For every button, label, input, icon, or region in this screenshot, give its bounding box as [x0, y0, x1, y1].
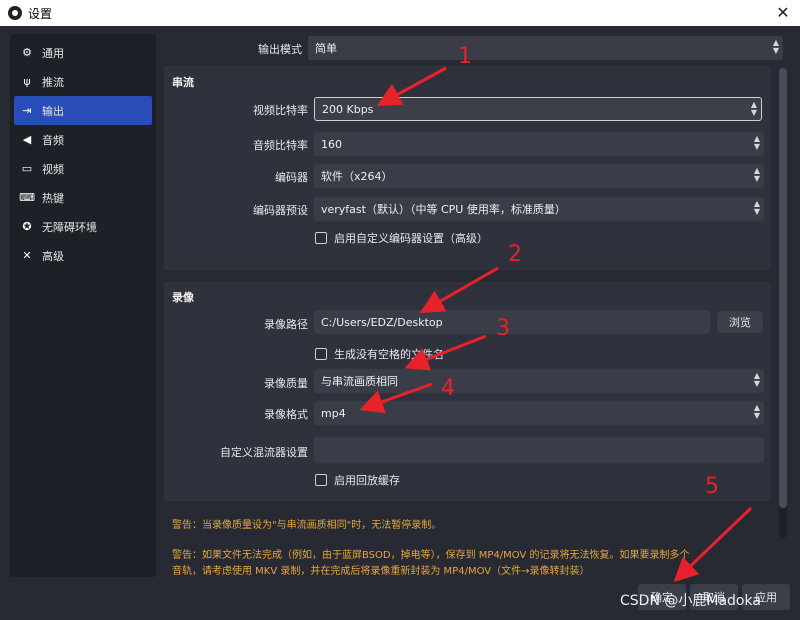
annotation-number-2: 2 [508, 242, 522, 267]
recording-format-value: mp4 [321, 406, 346, 420]
spinner-arrows-icon[interactable]: ▲ ▼ [751, 101, 757, 117]
custom-encoder-checkbox[interactable] [315, 232, 327, 244]
output-mode-select[interactable]: 简单 ▲ ▼ [308, 36, 783, 60]
encoder-label: 编码器 [275, 171, 308, 184]
title-bar: 设置 ✕ [0, 0, 800, 26]
tools-icon: ✕ [22, 249, 32, 262]
sidebar-item-advanced[interactable]: ✕ 高级 [10, 241, 156, 270]
csdn-watermark: CSDN @小鹿Madoka [620, 593, 761, 609]
browse-button[interactable]: 浏览 [717, 311, 763, 333]
muxer-settings-input[interactable] [314, 437, 764, 463]
settings-sidebar: ⚙ 通用 ψ 推流 ⇥ 输出 ◀ 音频 ▭ 视频 ⌨ 热键 ✪ 无障碍环境 ✕ … [10, 34, 156, 577]
sidebar-item-accessibility[interactable]: ✪ 无障碍环境 [10, 212, 156, 241]
replay-buffer-label: 启用回放缓存 [334, 474, 400, 487]
no-space-filename-row[interactable]: 生成没有空格的文件名 [315, 346, 444, 362]
warning-recovery-text-line1: 警告：如果文件无法完成（例如，由于蓝屏BSOD，掉电等），保存到 MP4/MOV… [172, 550, 690, 561]
recording-path-label: 录像路径 [264, 318, 308, 331]
warning-recovery-text-line2: 音轨，请考虑使用 MKV 录制，并在完成后将录像重新封装为 MP4/MOV（文件… [172, 566, 590, 577]
sidebar-item-label: 推流 [42, 75, 64, 89]
speaker-icon: ◀ [22, 133, 32, 146]
no-space-filename-label: 生成没有空格的文件名 [334, 348, 444, 361]
annotation-number-5: 5 [705, 474, 719, 499]
custom-encoder-checkbox-label: 启用自定义编码器设置（高级） [334, 232, 488, 245]
video-bitrate-input[interactable]: 200 Kbps ▲ ▼ [314, 97, 762, 121]
custom-encoder-checkbox-row[interactable]: 启用自定义编码器设置（高级） [315, 230, 488, 246]
recording-group-title: 录像 [172, 291, 194, 304]
chevron-updown-icon: ▲ ▼ [753, 199, 760, 216]
window-title: 设置 [28, 6, 53, 21]
video-bitrate-value: 200 Kbps [322, 102, 374, 116]
chevron-updown-icon: ▲ ▼ [753, 403, 760, 420]
sidebar-item-general[interactable]: ⚙ 通用 [10, 38, 156, 67]
no-space-filename-checkbox[interactable] [315, 348, 327, 360]
sidebar-item-video[interactable]: ▭ 视频 [10, 154, 156, 183]
output-icon: ⇥ [22, 104, 32, 117]
gear-icon: ⚙ [22, 46, 32, 59]
recording-format-label: 录像格式 [264, 408, 308, 421]
antenna-icon: ψ [23, 75, 31, 88]
chevron-updown-icon: ▲ ▼ [753, 166, 760, 183]
sidebar-item-label: 视频 [42, 162, 64, 176]
sidebar-item-audio[interactable]: ◀ 音频 [10, 125, 156, 154]
recording-quality-label: 录像质量 [264, 377, 308, 390]
encoder-preset-select[interactable]: veryfast（默认）（中等 CPU 使用率，标准质量） ▲ ▼ [314, 197, 764, 221]
recording-format-select[interactable]: mp4 ▲ ▼ [314, 401, 764, 425]
encoder-preset-label: 编码器预设 [253, 204, 308, 217]
replay-buffer-row[interactable]: 启用回放缓存 [315, 472, 400, 488]
annotation-number-4: 4 [441, 376, 455, 401]
obs-logo-icon [8, 6, 22, 20]
sidebar-item-label: 热键 [42, 191, 64, 205]
video-bitrate-label: 视频比特率 [253, 104, 308, 117]
recording-quality-select[interactable]: 与串流画质相同 ▲ ▼ [314, 369, 764, 393]
sidebar-item-label: 通用 [42, 46, 64, 60]
settings-scrollbar[interactable] [779, 68, 787, 538]
annotation-number-1: 1 [458, 44, 472, 69]
warning-pause-text: 警告：当录像质量设为"与串流画质相同"时，无法暂停录制。 [172, 520, 442, 531]
recording-quality-value: 与串流画质相同 [321, 375, 398, 388]
encoder-value: 软件（x264） [321, 170, 393, 183]
sidebar-item-hotkeys[interactable]: ⌨ 热键 [10, 183, 156, 212]
muxer-settings-label: 自定义混流器设置 [220, 446, 308, 459]
output-mode-value: 简单 [315, 42, 337, 55]
sidebar-item-label: 无障碍环境 [42, 220, 97, 234]
recording-path-value: C:/Users/EDZ/Desktop [321, 315, 443, 329]
replay-buffer-checkbox[interactable] [315, 474, 327, 486]
audio-bitrate-label: 音频比特率 [253, 139, 308, 152]
sidebar-item-output[interactable]: ⇥ 输出 [14, 96, 152, 125]
streaming-group-title: 串流 [172, 76, 194, 89]
encoder-preset-value: veryfast（默认）（中等 CPU 使用率，标准质量） [321, 203, 566, 216]
sidebar-item-label: 高级 [42, 249, 64, 263]
output-mode-label: 输出模式 [258, 43, 302, 56]
scrollbar-thumb[interactable] [779, 68, 787, 508]
close-window-button[interactable]: ✕ [772, 2, 794, 24]
sidebar-item-stream[interactable]: ψ 推流 [10, 67, 156, 96]
audio-bitrate-select[interactable]: 160 ▲ ▼ [314, 132, 764, 156]
chevron-updown-icon: ▲ ▼ [772, 38, 779, 55]
encoder-select[interactable]: 软件（x264） ▲ ▼ [314, 164, 764, 188]
monitor-icon: ▭ [21, 162, 33, 175]
chevron-updown-icon: ▲ ▼ [753, 371, 760, 388]
audio-bitrate-value: 160 [321, 137, 342, 151]
sidebar-item-label: 音频 [42, 133, 64, 147]
sidebar-item-label: 输出 [42, 104, 64, 118]
annotation-number-3: 3 [496, 316, 510, 341]
recording-path-input[interactable]: C:/Users/EDZ/Desktop [314, 310, 710, 334]
chevron-updown-icon: ▲ ▼ [753, 134, 760, 151]
keyboard-icon: ⌨ [19, 191, 35, 204]
accessibility-icon: ✪ [22, 220, 32, 233]
